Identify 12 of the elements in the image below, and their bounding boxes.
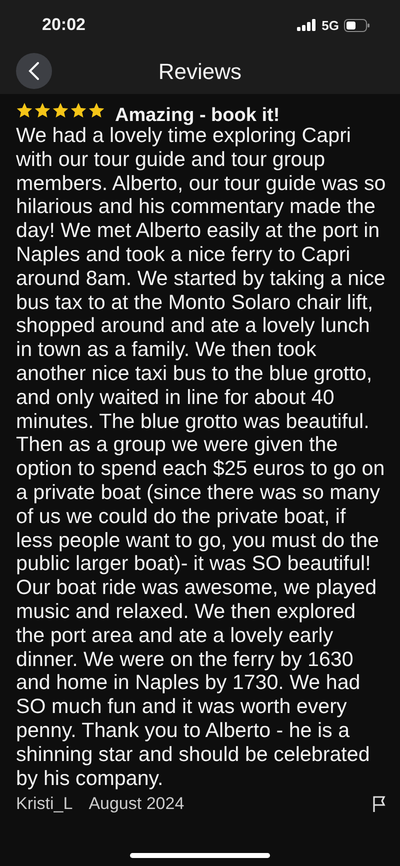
battery-icon	[344, 18, 370, 32]
review-date: August 2024	[88, 794, 184, 814]
status-time: 20:02	[42, 15, 86, 35]
review-author-date: Kristi_L	[16, 794, 73, 814]
signal-icon	[296, 19, 317, 31]
chevron-left-icon	[28, 61, 40, 81]
review-title: Amazing - book it!	[115, 105, 280, 127]
back-button[interactable]	[16, 53, 52, 89]
flag-icon[interactable]	[372, 795, 386, 814]
network-label: 5G	[322, 18, 339, 32]
review-text: We had a lovely time exploring Capri with our tour guide and tour group members. Alberto, our tour guide was so hilarious and his commentary made the day! We met Alberto easily at the port in Naples and took a nice ferry to Capri around 8am. We started by taking a nice bus tax to at the Monto Solaro chair lift, shopped around and ate a lovely lunch in town as a family. We then took another nice taxi bus to the blue grotto, and only waited in line for about 40 minutes. The blue grotto was beautiful. Then as a group we were given the option to spend each $25 euros to go on a private boat (since there was so many of us we could do the private boat, if less people want to go, you must do the public larger boat)- it was SO beautiful! Our boat ride was awesome, we played music and relaxed. We then explored the port area and ate a lovely early dinner. We were on the ferry by 1630 and home in Naples by 1730. We had SO much fun and it was worth every penny. Thank you to Alberto - he is a shinning star and should be celebrated by his company.	[16, 124, 386, 790]
page-title: Reviews	[158, 59, 242, 85]
